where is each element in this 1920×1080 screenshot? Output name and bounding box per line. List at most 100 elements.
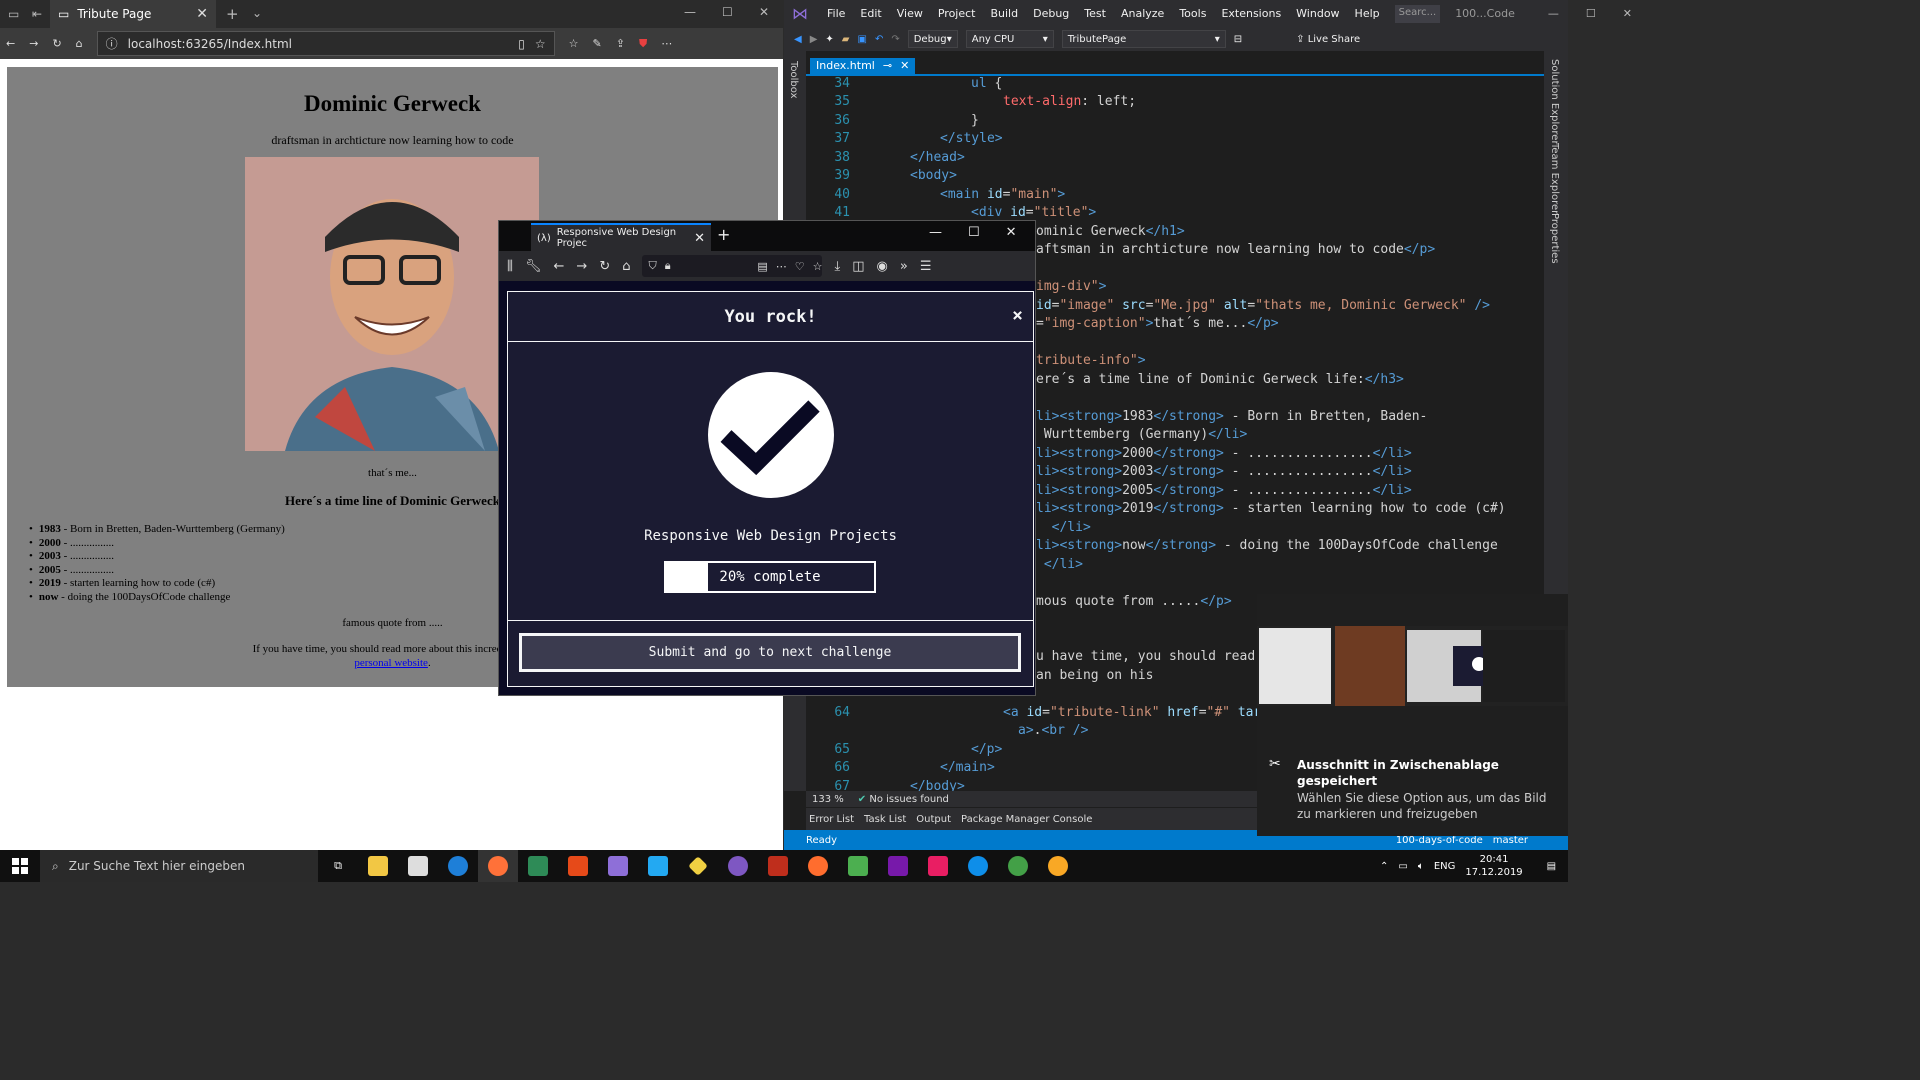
- close-tab-icon[interactable]: ✕: [694, 231, 705, 246]
- bookmark-star-icon[interactable]: ☆: [813, 260, 823, 273]
- pin-icon[interactable]: ⊸: [883, 59, 892, 75]
- menu-project[interactable]: Project: [938, 7, 976, 20]
- close-window-icon[interactable]: ✕: [1006, 225, 1017, 240]
- account-icon[interactable]: ◉: [877, 259, 888, 274]
- app-orange-icon[interactable]: [798, 850, 838, 882]
- app-green-icon[interactable]: [998, 850, 1038, 882]
- close-window-icon[interactable]: ✕: [759, 5, 769, 19]
- redo-icon[interactable]: ↷: [891, 34, 899, 45]
- git-icon[interactable]: [678, 850, 718, 882]
- live-share-button[interactable]: ⇪ Live Share: [1296, 34, 1360, 45]
- file-explorer-icon[interactable]: [358, 850, 398, 882]
- save-icon[interactable]: ▣: [858, 34, 867, 45]
- forward-nav-icon[interactable]: ▶: [810, 34, 818, 45]
- menu-extensions[interactable]: Extensions: [1221, 7, 1281, 20]
- sidebar-icon[interactable]: ◫: [852, 259, 864, 274]
- firefox-icon[interactable]: [478, 850, 518, 882]
- vs-search-box[interactable]: Searc...: [1394, 4, 1441, 23]
- tab-preview-icon[interactable]: ▭: [8, 7, 19, 21]
- maximize-icon[interactable]: ☐: [968, 225, 980, 240]
- menu-window[interactable]: Window: [1296, 7, 1339, 20]
- close-tab-icon[interactable]: ✕: [196, 6, 208, 22]
- address-bar[interactable]: ⛉ 🔒︎ ▤ ⋯ ♡ ☆: [642, 255, 823, 277]
- firefox-tab[interactable]: (λ) Responsive Web Design Projec ✕: [531, 223, 711, 251]
- menu-test[interactable]: Test: [1084, 7, 1106, 20]
- downloads-icon[interactable]: ⤓: [834, 259, 840, 274]
- maximize-icon[interactable]: ☐: [722, 5, 733, 19]
- platform-dropdown[interactable]: Any CPU ▾: [965, 30, 1054, 48]
- tray-chevron-icon[interactable]: ⌃: [1380, 861, 1388, 872]
- refresh-icon[interactable]: ↻: [599, 259, 610, 274]
- forward-icon[interactable]: →: [29, 37, 38, 50]
- wrench-icon[interactable]: 🔧︎: [525, 259, 542, 274]
- screenshot-thumbnail[interactable]: [1257, 626, 1568, 706]
- tab-task-list[interactable]: Task List: [864, 814, 906, 825]
- language-indicator[interactable]: ENG: [1434, 861, 1456, 872]
- filezilla-icon[interactable]: [758, 850, 798, 882]
- tab-index-html[interactable]: Index.html ⊸ ✕: [810, 58, 916, 76]
- mail-icon[interactable]: [398, 850, 438, 882]
- minimize-icon[interactable]: —: [929, 225, 942, 240]
- vscode-icon[interactable]: [638, 850, 678, 882]
- home-icon[interactable]: ⌂: [622, 259, 630, 274]
- minimize-icon[interactable]: —: [1548, 7, 1559, 20]
- taskbar-search[interactable]: ⌕ Zur Suche Text hier eingeben: [40, 850, 318, 882]
- menu-tools[interactable]: Tools: [1179, 7, 1206, 20]
- tab-error-list[interactable]: Error List: [809, 814, 854, 825]
- app-gold-icon[interactable]: [1038, 850, 1078, 882]
- app-purple-icon[interactable]: [718, 850, 758, 882]
- new-tab-icon[interactable]: +: [717, 225, 730, 244]
- network-icon[interactable]: ▭: [1398, 861, 1407, 872]
- refresh-icon[interactable]: ↻: [52, 37, 61, 50]
- edge-tab[interactable]: ▭ Tribute Page ✕: [50, 0, 216, 28]
- address-bar[interactable]: ⓘ localhost:63265/Index.html ▯ ☆: [96, 31, 555, 56]
- office-icon[interactable]: [558, 850, 598, 882]
- favorites-icon[interactable]: ☆: [569, 37, 579, 50]
- reader-view-icon[interactable]: ▤: [757, 260, 767, 273]
- teamviewer-icon[interactable]: [958, 850, 998, 882]
- onenote-icon[interactable]: [878, 850, 918, 882]
- new-project-icon[interactable]: ✦: [825, 34, 833, 45]
- start-button[interactable]: [0, 850, 40, 882]
- library-icon[interactable]: ⫼: [507, 259, 513, 274]
- clock[interactable]: 20:41 17.12.2019: [1465, 853, 1522, 879]
- back-icon[interactable]: ←: [554, 259, 565, 274]
- code-app-icon[interactable]: [518, 850, 558, 882]
- zoom-dropdown[interactable]: 133 %: [812, 794, 844, 805]
- close-icon[interactable]: ×: [1012, 305, 1023, 326]
- menu-help[interactable]: Help: [1355, 7, 1380, 20]
- shield-extension-icon[interactable]: ⛊: [639, 37, 647, 51]
- favorite-star-icon[interactable]: ☆: [535, 37, 546, 51]
- forward-icon[interactable]: →: [576, 259, 587, 274]
- pocket-icon[interactable]: ♡: [795, 260, 805, 273]
- chevron-down-icon[interactable]: ⌄: [252, 6, 262, 20]
- solution-explorer-tab[interactable]: Solution Explorer: [1549, 59, 1560, 145]
- menu-edit[interactable]: Edit: [860, 7, 881, 20]
- visual-studio-icon[interactable]: [598, 850, 638, 882]
- layout-icon[interactable]: ⊟: [1234, 34, 1242, 45]
- menu-build[interactable]: Build: [990, 7, 1018, 20]
- menu-debug[interactable]: Debug: [1033, 7, 1069, 20]
- back-icon[interactable]: ←: [6, 37, 15, 50]
- page-actions-icon[interactable]: ⋯: [776, 260, 787, 273]
- task-view-icon[interactable]: ⧉: [318, 850, 358, 882]
- volume-icon[interactable]: 🔈︎: [1418, 861, 1424, 872]
- team-explorer-tab[interactable]: Team Explorer: [1549, 143, 1560, 214]
- config-dropdown[interactable]: Debug ▾: [907, 30, 958, 48]
- back-nav-icon[interactable]: ◀: [794, 34, 802, 45]
- minimize-icon[interactable]: —: [684, 5, 696, 19]
- edge-icon[interactable]: [438, 850, 478, 882]
- set-aside-tabs-icon[interactable]: ⇤: [32, 7, 42, 21]
- repo-name[interactable]: 100-days-of-code: [1396, 835, 1483, 846]
- app-magenta-icon[interactable]: [918, 850, 958, 882]
- home-icon[interactable]: ⌂: [76, 37, 83, 50]
- close-tab-icon[interactable]: ✕: [900, 59, 909, 75]
- pen-icon[interactable]: ✎: [593, 37, 602, 50]
- maximize-icon[interactable]: ☐: [1586, 7, 1596, 20]
- menu-file[interactable]: File: [827, 7, 845, 20]
- share-icon[interactable]: ⇪: [616, 37, 625, 50]
- overflow-icon[interactable]: »: [900, 259, 908, 274]
- reading-view-icon[interactable]: ▯: [518, 37, 525, 51]
- menu-view[interactable]: View: [897, 7, 923, 20]
- branch-name[interactable]: master: [1493, 835, 1528, 846]
